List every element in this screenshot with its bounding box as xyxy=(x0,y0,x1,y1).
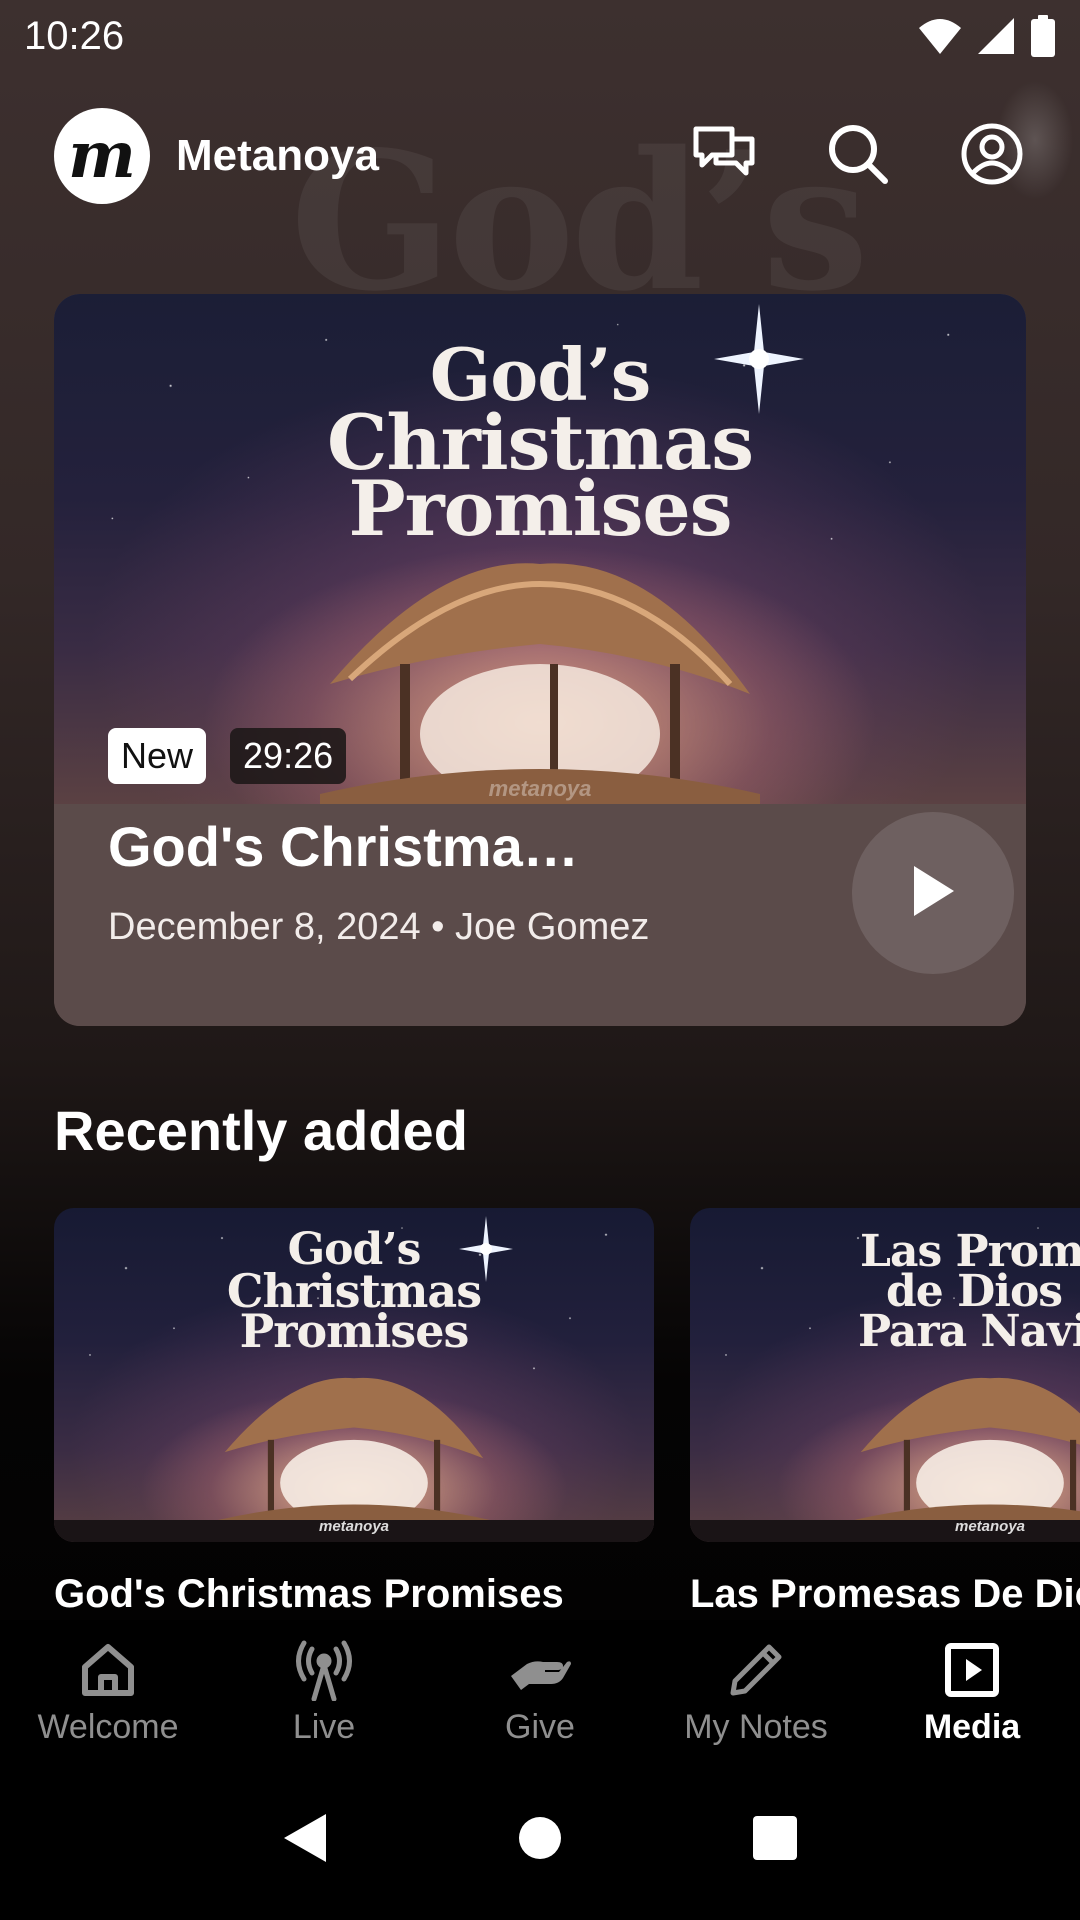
app-title: Metanoya xyxy=(176,131,379,180)
recently-added-carousel[interactable]: God’s Christmas Promises metanoya God's … xyxy=(54,1208,1080,1618)
manger-illustration xyxy=(214,1366,494,1531)
media-item[interactable]: Las Promes de Dios Para Navida metanoya … xyxy=(690,1208,1080,1617)
section-title-recently-added: Recently added xyxy=(54,1099,468,1162)
header-actions xyxy=(692,123,1024,190)
manger-illustration xyxy=(320,544,760,809)
broadcast-icon xyxy=(292,1638,356,1702)
media-title: God's Christmas Promises xyxy=(54,1572,564,1616)
featured-title: God's Christma… xyxy=(108,815,579,878)
star-icon xyxy=(714,304,804,419)
recents-square-icon[interactable] xyxy=(752,1815,798,1866)
play-icon xyxy=(910,864,956,923)
app-header: m Metanoya xyxy=(54,108,1023,204)
thumbnail-title-line-3: Para Navida xyxy=(858,1306,1080,1357)
media-item[interactable]: God’s Christmas Promises metanoya God's … xyxy=(54,1208,654,1617)
nav-label-my-notes: My Notes xyxy=(684,1708,828,1746)
thumbnail-watermark: metanoya xyxy=(318,1518,390,1535)
home-circle-icon[interactable] xyxy=(518,1816,562,1865)
media-play-icon xyxy=(940,1638,1004,1702)
status-time: 10:26 xyxy=(24,13,125,58)
search-button[interactable] xyxy=(826,124,890,188)
give-hand-icon xyxy=(508,1638,572,1702)
account-circle-icon xyxy=(961,123,1023,190)
nav-item-media[interactable]: Media xyxy=(864,1620,1080,1760)
thumbnail-watermark: metanoya xyxy=(954,1518,1026,1535)
featured-media-card[interactable]: God’s Christmas Promises metanoya New 29… xyxy=(54,294,1026,1026)
battery-icon xyxy=(1030,15,1056,57)
chat-bubbles-icon xyxy=(692,125,756,188)
manger-illustration xyxy=(850,1366,1080,1531)
nav-item-give[interactable]: Give xyxy=(432,1620,648,1760)
wifi-icon xyxy=(918,16,962,56)
thumbnail-title-line-3: Promises xyxy=(239,1304,470,1358)
messages-button[interactable] xyxy=(692,124,756,188)
nav-item-my-notes[interactable]: My Notes xyxy=(648,1620,864,1760)
signal-icon xyxy=(976,16,1016,56)
play-button[interactable] xyxy=(852,812,1014,974)
system-navigation-bar xyxy=(0,1760,1080,1920)
artwork-title-line-3: Promises xyxy=(348,464,732,553)
featured-meta: December 8, 2024 • Joe Gomez xyxy=(108,906,650,948)
status-bar: 10:26 xyxy=(0,0,1080,72)
app-logo[interactable]: m xyxy=(54,108,150,204)
nav-label-welcome: Welcome xyxy=(37,1708,179,1746)
home-icon xyxy=(76,1638,140,1702)
nav-label-give: Give xyxy=(505,1708,575,1746)
back-icon[interactable] xyxy=(282,1812,328,1869)
pencil-icon xyxy=(724,1638,788,1702)
media-thumbnail: Las Promes de Dios Para Navida metanoya xyxy=(690,1208,1080,1542)
featured-badges: New 29:26 xyxy=(108,728,347,784)
media-title: Las Promesas De Dio xyxy=(690,1572,1080,1616)
nav-label-media: Media xyxy=(923,1708,1021,1746)
bottom-navigation: Welcome Live Give My Notes Media xyxy=(0,1620,1080,1760)
media-thumbnail: God’s Christmas Promises metanoya xyxy=(54,1208,654,1542)
status-icons xyxy=(918,15,1056,57)
app-screen: God’s 10:26 m Metanoya God’s Christmas P… xyxy=(0,0,1080,1920)
nav-label-live: Live xyxy=(292,1708,356,1746)
duration-badge: 29:26 xyxy=(230,728,347,784)
new-badge: New xyxy=(108,728,207,784)
search-icon xyxy=(827,123,889,190)
nav-item-live[interactable]: Live xyxy=(216,1620,432,1760)
star-icon xyxy=(458,1216,514,1287)
nav-item-welcome[interactable]: Welcome xyxy=(0,1620,216,1760)
profile-button[interactable] xyxy=(960,123,1024,190)
